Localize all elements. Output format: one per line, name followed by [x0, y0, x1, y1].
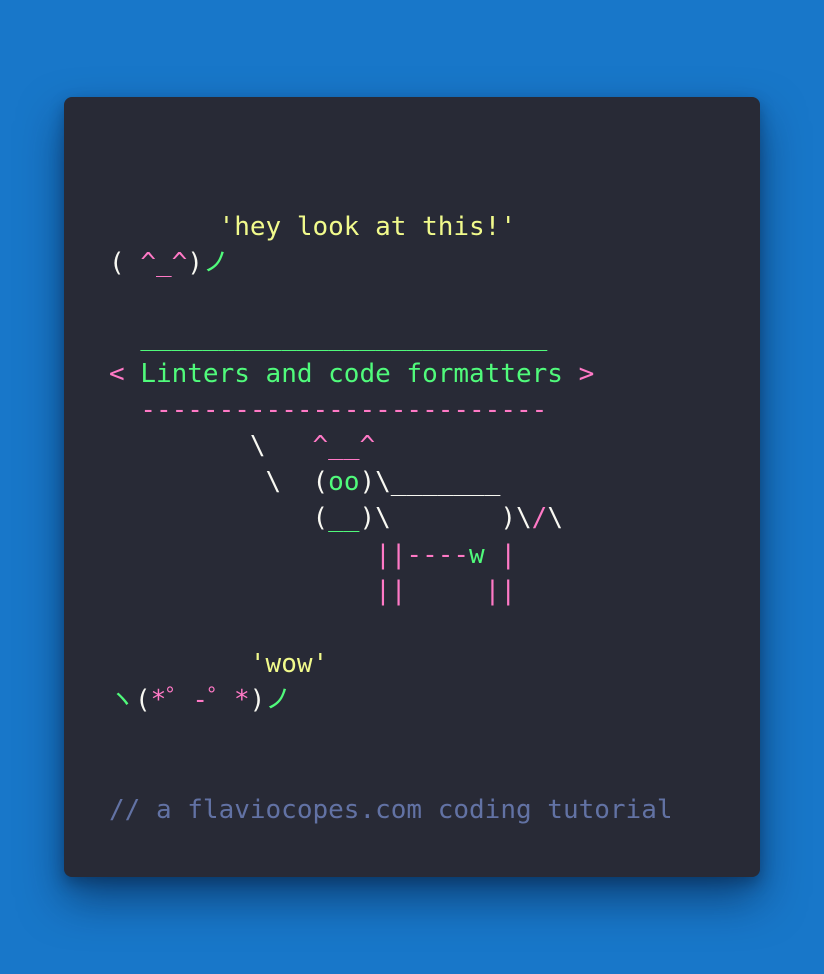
kaomoji-paren-close: ): [187, 248, 203, 278]
cow-body: )\ )\: [359, 503, 532, 533]
cow-line-5: || ||: [109, 573, 516, 609]
code-card: 'hey look at this!' ( ^_^)ノ ____________…: [64, 97, 760, 877]
cow-tail: /: [531, 503, 548, 533]
quote-wow-line: 'wow': [109, 646, 328, 682]
cow-line-3: (__)\ )\/\: [109, 500, 563, 536]
quote-wow: 'wow': [249, 649, 329, 679]
kaomoji-wow-arm-left: ヽ: [109, 685, 136, 715]
kaomoji-wow-face: *゜-゜*: [150, 685, 250, 715]
cow-tail-end: \: [547, 503, 563, 533]
kaomoji-paren-open: (: [109, 248, 141, 278]
cow-line-1: \ ^__^: [109, 428, 375, 464]
cow-head-open: (: [312, 467, 329, 497]
kaomoji-wow-paren-open: (: [135, 685, 151, 715]
quote-hey: 'hey look at this!': [218, 212, 516, 242]
bubble-bracket-right: >: [562, 359, 595, 389]
speech-bubble-top: __________________________: [109, 319, 547, 355]
speech-bubble-bottom: --------------------------: [109, 392, 547, 428]
quote-hey-line: 'hey look at this!': [109, 209, 516, 245]
bubble-bracket-left: <: [109, 359, 141, 389]
cow-slash-1: \: [249, 431, 266, 461]
cow-line-4: ||----w |: [109, 537, 516, 573]
cow-slash-2: \: [265, 467, 282, 497]
cow-udder: w: [469, 540, 485, 570]
footer-comment: // a flaviocopes.com coding tutorial: [109, 795, 673, 825]
cow-nose: __: [328, 503, 360, 533]
cow-nose-open: (: [312, 503, 329, 533]
kaomoji-happy: ( ^_^)ノ: [109, 245, 229, 281]
kaomoji-wow-paren-close: ): [249, 685, 266, 715]
speech-bubble-top-border: __________________________: [140, 322, 548, 352]
bubble-message: Linters and code formatters: [140, 359, 563, 389]
speech-bubble-message-line: < Linters and code formatters >: [109, 356, 594, 392]
kaomoji-wow: ヽ(*゜-゜*)ノ: [109, 682, 291, 718]
kaomoji-wow-arm-right: ノ: [265, 685, 292, 715]
cow-legs: || ||: [375, 576, 516, 606]
cow-back: )\_______: [359, 467, 501, 497]
cow-legs-front: ||----: [375, 540, 470, 570]
cow-line-2: \ (oo)\_______: [109, 464, 501, 500]
cow-eyes: oo: [328, 467, 360, 497]
kaomoji-arm: ノ: [202, 248, 229, 278]
kaomoji-eyes: ^_^: [140, 248, 188, 278]
cow-legs-back: |: [484, 540, 516, 570]
cow-ears: ^__^: [312, 431, 376, 461]
speech-bubble-bottom-border: --------------------------: [140, 395, 548, 425]
